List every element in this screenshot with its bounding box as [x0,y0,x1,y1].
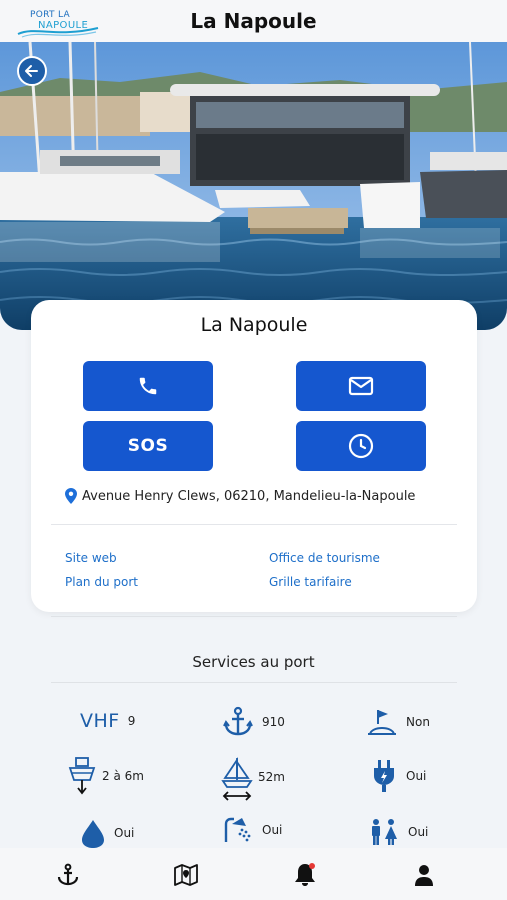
rates-link[interactable]: Grille tarifaire [269,575,352,589]
services-title: Services au port [192,653,315,671]
tab-ports[interactable] [53,860,83,890]
clock-icon [348,433,374,459]
vhf-label: VHF [80,710,120,732]
section-divider [51,616,457,617]
service-electricity: Oui [370,758,426,794]
page-title: La Napoule [190,9,317,33]
sailboat-length-icon [221,757,253,801]
service-berths: 910 [222,706,285,738]
draft-value: 2 à 6m [102,769,144,783]
website-link[interactable]: Site web [65,551,117,565]
bottom-tab-bar [0,848,507,900]
services-divider [51,682,457,683]
toilets-value: Oui [408,825,429,839]
boat-draft-icon [68,757,96,795]
shower-value: Oui [262,823,283,837]
service-fuel: Non [366,706,430,738]
electricity-value: Oui [406,769,427,783]
phone-icon [139,377,157,395]
address-text: Avenue Henry Clews, 06210, Mandelieu-la-… [82,488,416,504]
electric-plug-icon [374,760,394,792]
berths-value: 910 [262,715,285,729]
water-value: Oui [114,826,135,840]
sos-button[interactable]: SOS [83,421,213,471]
arrow-left-icon [25,65,38,77]
tourism-office-link[interactable]: Office de tourisme [269,551,380,565]
fuel-value: Non [406,715,430,729]
app-header: PORT LA NAPOULE La Napoule [0,0,507,42]
opening-hours-button[interactable] [296,421,426,471]
map-icon [174,864,198,886]
card-divider [51,524,457,525]
tab-profile[interactable] [409,860,439,890]
bell-icon [295,863,315,886]
shower-icon [224,817,251,842]
service-toilets: Oui [368,818,428,846]
back-button[interactable] [17,56,47,86]
mail-icon [348,376,374,396]
call-button[interactable] [83,361,213,411]
port-address: Avenue Henry Clews, 06210, Mandelieu-la-… [65,488,415,504]
port-plan-link[interactable]: Plan du port [65,575,138,589]
service-max-length: 52m [220,756,285,802]
tab-notifications[interactable] [290,860,320,890]
port-name: La Napoule [200,314,308,336]
anchor-icon [57,863,79,886]
service-shower: Oui [222,816,282,844]
max-length-value: 52m [258,770,285,784]
user-icon [415,865,433,886]
tab-map[interactable] [171,860,201,890]
service-draft: 2 à 6m [66,756,144,796]
location-pin-icon [65,488,77,504]
anchor-icon [223,706,253,736]
vhf-value: 9 [127,714,136,728]
service-water: Oui [80,818,134,848]
port-hero-image [0,42,507,330]
service-vhf: VHF 9 [80,710,135,732]
water-drop-icon [82,820,104,848]
toilets-icon [372,819,397,845]
buoy-flag-icon [368,710,396,735]
port-info-card: La Napoule SOS Avenue Henry Clews, 06210… [31,300,477,612]
email-button[interactable] [296,361,426,411]
